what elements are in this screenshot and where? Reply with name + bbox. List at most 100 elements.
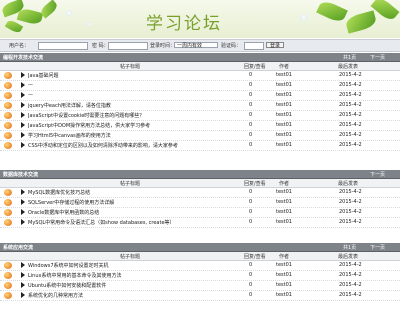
username-label: 用户名：: [9, 43, 30, 49]
author-name[interactable]: test01: [276, 142, 292, 148]
topic-title-link[interactable]: Linux系统中常用的基本命令及其使用方法: [28, 272, 228, 279]
last-post-date: 2015-4-2: [339, 272, 362, 278]
author-name[interactable]: test01: [276, 122, 292, 128]
author-name[interactable]: test01: [276, 262, 292, 268]
author-column-header: 作者: [279, 254, 290, 260]
topic-row[interactable]: — 0 test01 2015-4-2: [0, 81, 400, 91]
topic-title-link[interactable]: JavaScript中设置cookie时需要注意的问题有哪些？: [28, 112, 228, 119]
reply-count: 0: [249, 272, 253, 278]
topic-status-icon: [4, 209, 12, 216]
topic-title-link[interactable]: —: [28, 92, 228, 98]
section-header: 数据库技术交流 下一页: [0, 170, 400, 179]
author-name[interactable]: test01: [276, 132, 292, 138]
topic-title-link[interactable]: Oracle数据库中常用函数的总结: [28, 209, 228, 216]
topic-status-icon: [4, 199, 12, 206]
topic-arrow-icon: [21, 262, 25, 268]
topic-row[interactable]: 学习Html5中canvas画布的使用方法 0 test01 2015-4-2: [0, 131, 400, 141]
topic-title-link[interactable]: SQLServer中存储过程的使用方法详解: [28, 199, 228, 206]
page-count: 共1页: [343, 55, 357, 61]
leaf-decoration: [16, 7, 44, 26]
topic-title-link[interactable]: JavaScript中DOM操作常用方法总结，供大家学习参考: [28, 122, 228, 129]
last-post-column-header: 最后发表: [338, 181, 359, 187]
topic-row[interactable]: SQLServer中存储过程的使用方法详解 0 test01 2015-4-2: [0, 198, 400, 208]
topic-title-link[interactable]: Windows7系统中如何设置定时关机: [28, 262, 228, 269]
water-drop-decoration: [300, 14, 307, 21]
last-post-date: 2015-4-2: [339, 72, 362, 78]
author-name[interactable]: test01: [276, 112, 292, 118]
topic-status-icon: [4, 112, 12, 119]
topic-title-link[interactable]: Java基础问题: [28, 72, 228, 79]
topic-title-link[interactable]: Ubuntu系统中如何安装和配置软件: [28, 282, 228, 289]
reply-count: 0: [249, 219, 253, 225]
username-input[interactable]: [38, 42, 88, 50]
last-post-date: 2015-4-2: [339, 112, 362, 118]
password-label: 密 码：: [92, 43, 109, 49]
reply-count: 0: [249, 209, 253, 215]
login-button[interactable]: 登录: [266, 42, 284, 49]
captcha-input[interactable]: [244, 42, 264, 50]
topic-arrow-icon: [21, 292, 25, 298]
topic-row[interactable]: 系统优化的几种常用方法 0 test01 2015-4-2: [0, 291, 400, 301]
replies-column-header: 回复/查看: [244, 254, 266, 260]
keep-login-select[interactable]: 一周内有效: [174, 42, 218, 49]
reply-count: 0: [249, 199, 253, 205]
author-name[interactable]: test01: [276, 189, 292, 195]
author-name[interactable]: test01: [276, 209, 292, 215]
leaf-decoration: [316, 0, 348, 25]
next-page-link[interactable]: 下一页: [370, 244, 385, 251]
author-name[interactable]: test01: [276, 219, 292, 225]
last-post-column-header: 最后发表: [338, 254, 359, 260]
topic-arrow-icon: [21, 272, 25, 278]
topic-title-link[interactable]: MySQL数据库优化技巧总结: [28, 189, 228, 196]
topic-arrow-icon: [21, 199, 25, 205]
topic-status-icon: [4, 82, 12, 89]
last-post-date: 2015-4-2: [339, 142, 362, 148]
topic-status-icon: [4, 132, 12, 139]
topic-status-icon: [4, 262, 12, 269]
section-title: 编程开发技术交流: [3, 55, 44, 61]
topic-title-link[interactable]: —: [28, 82, 228, 88]
topic-row[interactable]: CSS中浮动和定位的区别以及如何清除浮动带来的影响，请大家参考 0 test01 20…: [0, 141, 400, 151]
leaf-decoration: [4, 18, 24, 35]
next-page-link[interactable]: 下一页: [370, 54, 385, 61]
topic-status-icon: [4, 92, 12, 99]
topic-row[interactable]: MySQL中常用命令及语法汇总（如show databases, create等…: [0, 218, 400, 228]
topic-title-link[interactable]: 系统优化的几种常用方法: [28, 292, 228, 299]
author-name[interactable]: test01: [276, 82, 292, 88]
page-count: 共1页: [343, 245, 357, 251]
topic-title-link[interactable]: 学习Html5中canvas画布的使用方法: [28, 132, 228, 139]
site-title: 学习论坛: [146, 14, 222, 34]
next-page-link[interactable]: 下一页: [370, 171, 385, 178]
reply-count: 0: [249, 282, 253, 288]
topic-row[interactable]: Java基础问题 0 test01 2015-4-2: [0, 71, 400, 81]
topic-title-link[interactable]: MySQL中常用命令及语法汇总（如show databases, create等…: [28, 219, 228, 226]
topic-row[interactable]: — 0 test01 2015-4-2: [0, 91, 400, 101]
topic-row[interactable]: Oracle数据库中常用函数的总结 0 test01 2015-4-2: [0, 208, 400, 218]
topic-row[interactable]: JavaScript中DOM操作常用方法总结，供大家学习参考 0 test01 201…: [0, 121, 400, 131]
topic-status-icon: [4, 282, 12, 289]
last-post-date: 2015-4-2: [339, 262, 362, 268]
reply-count: 0: [249, 82, 253, 88]
leaf-decoration: [344, 10, 378, 34]
keep-login-label: 登录时间：: [150, 43, 176, 49]
topic-title-link[interactable]: CSS中浮动和定位的区别以及如何清除浮动带来的影响，请大家参考: [28, 142, 228, 149]
topic-status-icon: [4, 72, 12, 79]
author-name[interactable]: test01: [276, 282, 292, 288]
author-name[interactable]: test01: [276, 292, 292, 298]
replies-column-header: 回复/查看: [244, 64, 266, 70]
password-input[interactable]: [108, 42, 148, 50]
topic-title-link[interactable]: jquery中each用法详解，请各位指教: [28, 102, 228, 109]
topic-row[interactable]: JavaScript中设置cookie时需要注意的问题有哪些？ 0 test01 20…: [0, 111, 400, 121]
author-name[interactable]: test01: [276, 272, 292, 278]
login-bar: 用户名： 密 码： 登录时间： 一周内有效 验证码： 登录: [0, 39, 400, 52]
author-name[interactable]: test01: [276, 72, 292, 78]
topic-row[interactable]: Ubuntu系统中如何安装和配置软件 0 test01 2015-4-2: [0, 281, 400, 291]
author-name[interactable]: test01: [276, 102, 292, 108]
topic-row[interactable]: jquery中each用法详解，请各位指教 0 test01 2015-4-2: [0, 101, 400, 111]
topic-row[interactable]: Windows7系统中如何设置定时关机 0 test01 2015-4-2: [0, 261, 400, 271]
author-name[interactable]: test01: [276, 199, 292, 205]
reply-count: 0: [249, 72, 253, 78]
topic-row[interactable]: Linux系统中常用的基本命令及其使用方法 0 test01 2015-4-2: [0, 271, 400, 281]
topic-row[interactable]: MySQL数据库优化技巧总结 0 test01 2015-4-2: [0, 188, 400, 198]
author-name[interactable]: test01: [276, 92, 292, 98]
